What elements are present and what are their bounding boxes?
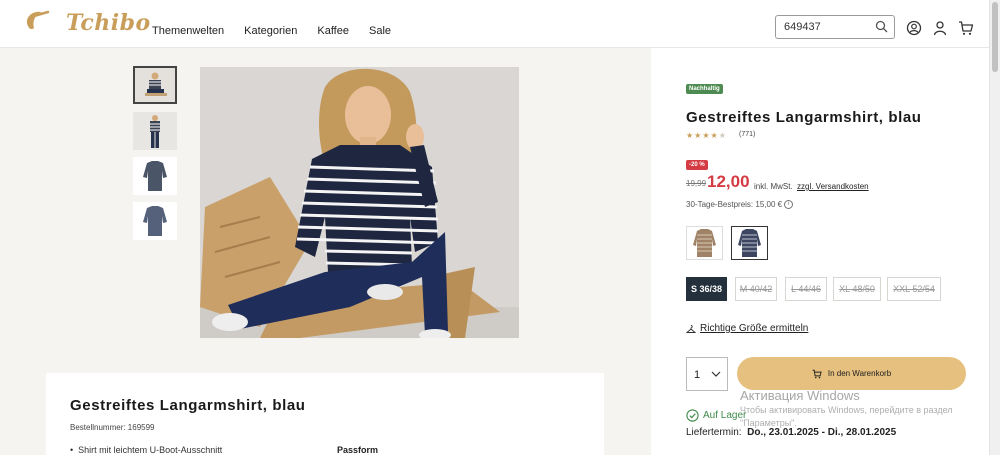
add-to-cart-button[interactable]: In den Warenkorb bbox=[737, 357, 966, 390]
star-icon: ★ bbox=[710, 131, 718, 140]
star-icon: ★ bbox=[686, 131, 694, 140]
account-circle-icon[interactable] bbox=[906, 20, 922, 36]
discount-badge: -20 % bbox=[686, 160, 708, 170]
color-swatch-blue[interactable] bbox=[731, 226, 768, 260]
thumbnail-1[interactable] bbox=[133, 66, 177, 104]
cart-icon bbox=[812, 369, 822, 378]
shirt-front-thumbnail bbox=[133, 157, 177, 195]
shirt-blue-swatch-icon bbox=[738, 229, 761, 257]
windows-activation-title: Активация Windows bbox=[740, 388, 860, 403]
search-input[interactable] bbox=[784, 19, 874, 35]
size-m[interactable]: M 40/42 bbox=[735, 277, 777, 301]
vat-note: inkl. MwSt. bbox=[754, 182, 793, 191]
star-icon: ★ bbox=[702, 131, 710, 140]
size-s[interactable]: S 36/38 bbox=[686, 277, 727, 301]
shirt-beige-swatch-icon bbox=[693, 229, 716, 257]
stock-status: Auf Lager bbox=[686, 409, 746, 422]
site-header: Tchibo Themenwelten Kategorien Kaffee Sa… bbox=[0, 0, 989, 48]
details-title: Gestreiftes Langarmshirt, blau bbox=[70, 397, 306, 414]
order-number: Bestellnummer: 169599 bbox=[70, 423, 155, 432]
main-product-image[interactable] bbox=[200, 67, 519, 338]
quantity-value: 1 bbox=[694, 369, 701, 381]
size-xl[interactable]: XL 48/50 bbox=[833, 277, 881, 301]
check-circle-icon bbox=[686, 409, 699, 422]
thumbnail-2[interactable] bbox=[133, 112, 177, 150]
shirt-back-thumbnail bbox=[133, 202, 177, 240]
best-price-note: 30-Tage-Bestpreis: 15,00 € bbox=[686, 200, 783, 209]
size-guide-label: Richtige Größe ermitteln bbox=[700, 323, 809, 334]
feature-bullet: • Shirt mit leichtem U-Boot-Ausschnitt bbox=[70, 445, 223, 455]
nav-kaffee[interactable]: Kaffee bbox=[317, 25, 349, 37]
star-icon: ★ bbox=[694, 131, 702, 140]
info-icon[interactable]: i bbox=[784, 200, 793, 209]
rating-count[interactable]: (771) bbox=[739, 131, 755, 138]
thumbnail-3[interactable] bbox=[133, 157, 177, 195]
shipping-link[interactable]: zzgl. Versandkosten bbox=[797, 182, 869, 191]
coffee-bean-logo-icon bbox=[26, 10, 50, 30]
windows-activation-subtitle: Чтобы активировать Windows, перейдите в … bbox=[740, 405, 953, 428]
model-standing-thumbnail bbox=[133, 112, 177, 150]
quantity-select[interactable]: 1 bbox=[686, 357, 728, 391]
tchibo-logo[interactable]: Tchibo bbox=[22, 6, 150, 38]
current-price: 12,00 bbox=[707, 172, 750, 191]
search-box bbox=[775, 15, 895, 39]
passform-heading: Passform bbox=[337, 445, 379, 455]
product-title: Gestreiftes Langarmshirt, blau bbox=[686, 109, 922, 126]
chevron-down-icon bbox=[711, 371, 721, 377]
size-l[interactable]: L 44/46 bbox=[785, 277, 827, 301]
rating-stars[interactable]: ★ ★ ★ ★ ★ bbox=[686, 131, 726, 140]
model-photo-illustration bbox=[200, 67, 519, 338]
scrollbar-thumb[interactable] bbox=[992, 2, 998, 72]
search-icon[interactable] bbox=[875, 20, 888, 33]
hanger-icon bbox=[686, 324, 696, 333]
model-sitting-thumbnail bbox=[135, 68, 175, 102]
main-nav: Themenwelten Kategorien Kaffee Sale bbox=[152, 25, 391, 37]
cart-icon[interactable] bbox=[958, 20, 974, 36]
product-details-card: Gestreiftes Langarmshirt, blau Bestellnu… bbox=[46, 373, 604, 455]
nav-themenwelten[interactable]: Themenwelten bbox=[152, 25, 224, 37]
delivery-label: Liefertermin: bbox=[686, 427, 742, 438]
old-price: 19,99 bbox=[686, 179, 707, 188]
color-swatch-beige[interactable] bbox=[686, 226, 723, 260]
nav-kategorien[interactable]: Kategorien bbox=[244, 25, 297, 37]
star-empty-icon: ★ bbox=[718, 131, 726, 140]
page-scrollbar[interactable] bbox=[989, 0, 1000, 455]
nav-sale[interactable]: Sale bbox=[369, 25, 391, 37]
add-to-cart-label: In den Warenkorb bbox=[827, 369, 892, 378]
logo-text: Tchibo bbox=[66, 10, 151, 36]
size-guide-link[interactable]: Richtige Größe ermitteln bbox=[686, 323, 808, 334]
sustainable-badge: Nachhaltig bbox=[686, 84, 723, 94]
feature-bullet-text: Shirt mit leichtem U-Boot-Ausschnitt bbox=[78, 445, 223, 455]
user-icon[interactable] bbox=[932, 20, 948, 36]
thumbnail-4[interactable] bbox=[133, 202, 177, 240]
size-xxl[interactable]: XXL 52/54 bbox=[887, 277, 941, 301]
